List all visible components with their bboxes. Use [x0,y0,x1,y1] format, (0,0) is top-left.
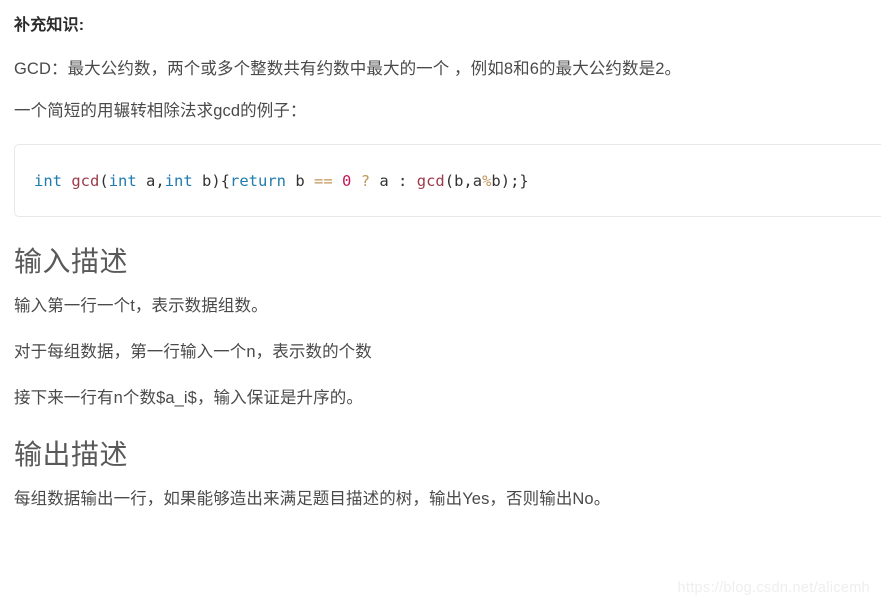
paragraph-gcd-definition: GCD：最大公约数，两个或多个整数共有约数中最大的一个 ，例如8和6的最大公约数… [14,60,682,78]
input-paragraph-3: 接下来一行有n个数$a_i$，输入保证是升序的。 [14,389,363,407]
code-token-number: 0 [342,171,352,190]
code-token-plain: a : [370,171,417,190]
lead-heading: 补充知识: [14,17,85,34]
code-token-keyword: int [34,171,62,190]
code-token-keyword: int [164,171,193,190]
document-page: 补充知识: GCD：最大公约数，两个或多个整数共有约数中最大的一个 ，例如8和6… [0,0,881,601]
section-heading-input: 输入描述 [14,246,129,277]
code-token-plain: (b,a [444,171,483,190]
code-token-operator: ? [360,171,371,190]
code-line: int gcd(int a,int b){return b == 0 ? a :… [15,171,529,191]
code-token-punct: ( [99,171,109,190]
watermark: https://blog.csdn.net/alicemh [677,580,870,596]
input-paragraph-1: 输入第一行一个t，表示数据组数。 [14,297,268,315]
paragraph-example-intro: 一个简短的用辗转相除法求gcd的例子： [14,102,307,120]
output-paragraph-1: 每组数据输出一行，如果能够造出来满足题目描述的树，输出Yes，否则输出No。 [14,490,611,508]
code-token-operator: % [482,171,492,190]
code-token-plain: b [286,171,315,190]
section-heading-output: 输出描述 [14,439,129,470]
code-block[interactable]: int gcd(int a,int b){return b == 0 ? a :… [14,144,881,217]
code-token-plain: b);} [491,171,529,190]
code-token-keyword: int [108,171,137,190]
input-paragraph-2: 对于每组数据，第一行输入一个n，表示数的个数 [14,343,372,361]
code-token-operator: == [314,171,333,190]
code-token-plain: a, [136,171,165,190]
code-token-function: gcd [416,171,445,190]
code-token-keyword: return [230,171,287,190]
code-token-plain: b){ [192,171,231,190]
code-token-function: gcd [71,171,100,190]
